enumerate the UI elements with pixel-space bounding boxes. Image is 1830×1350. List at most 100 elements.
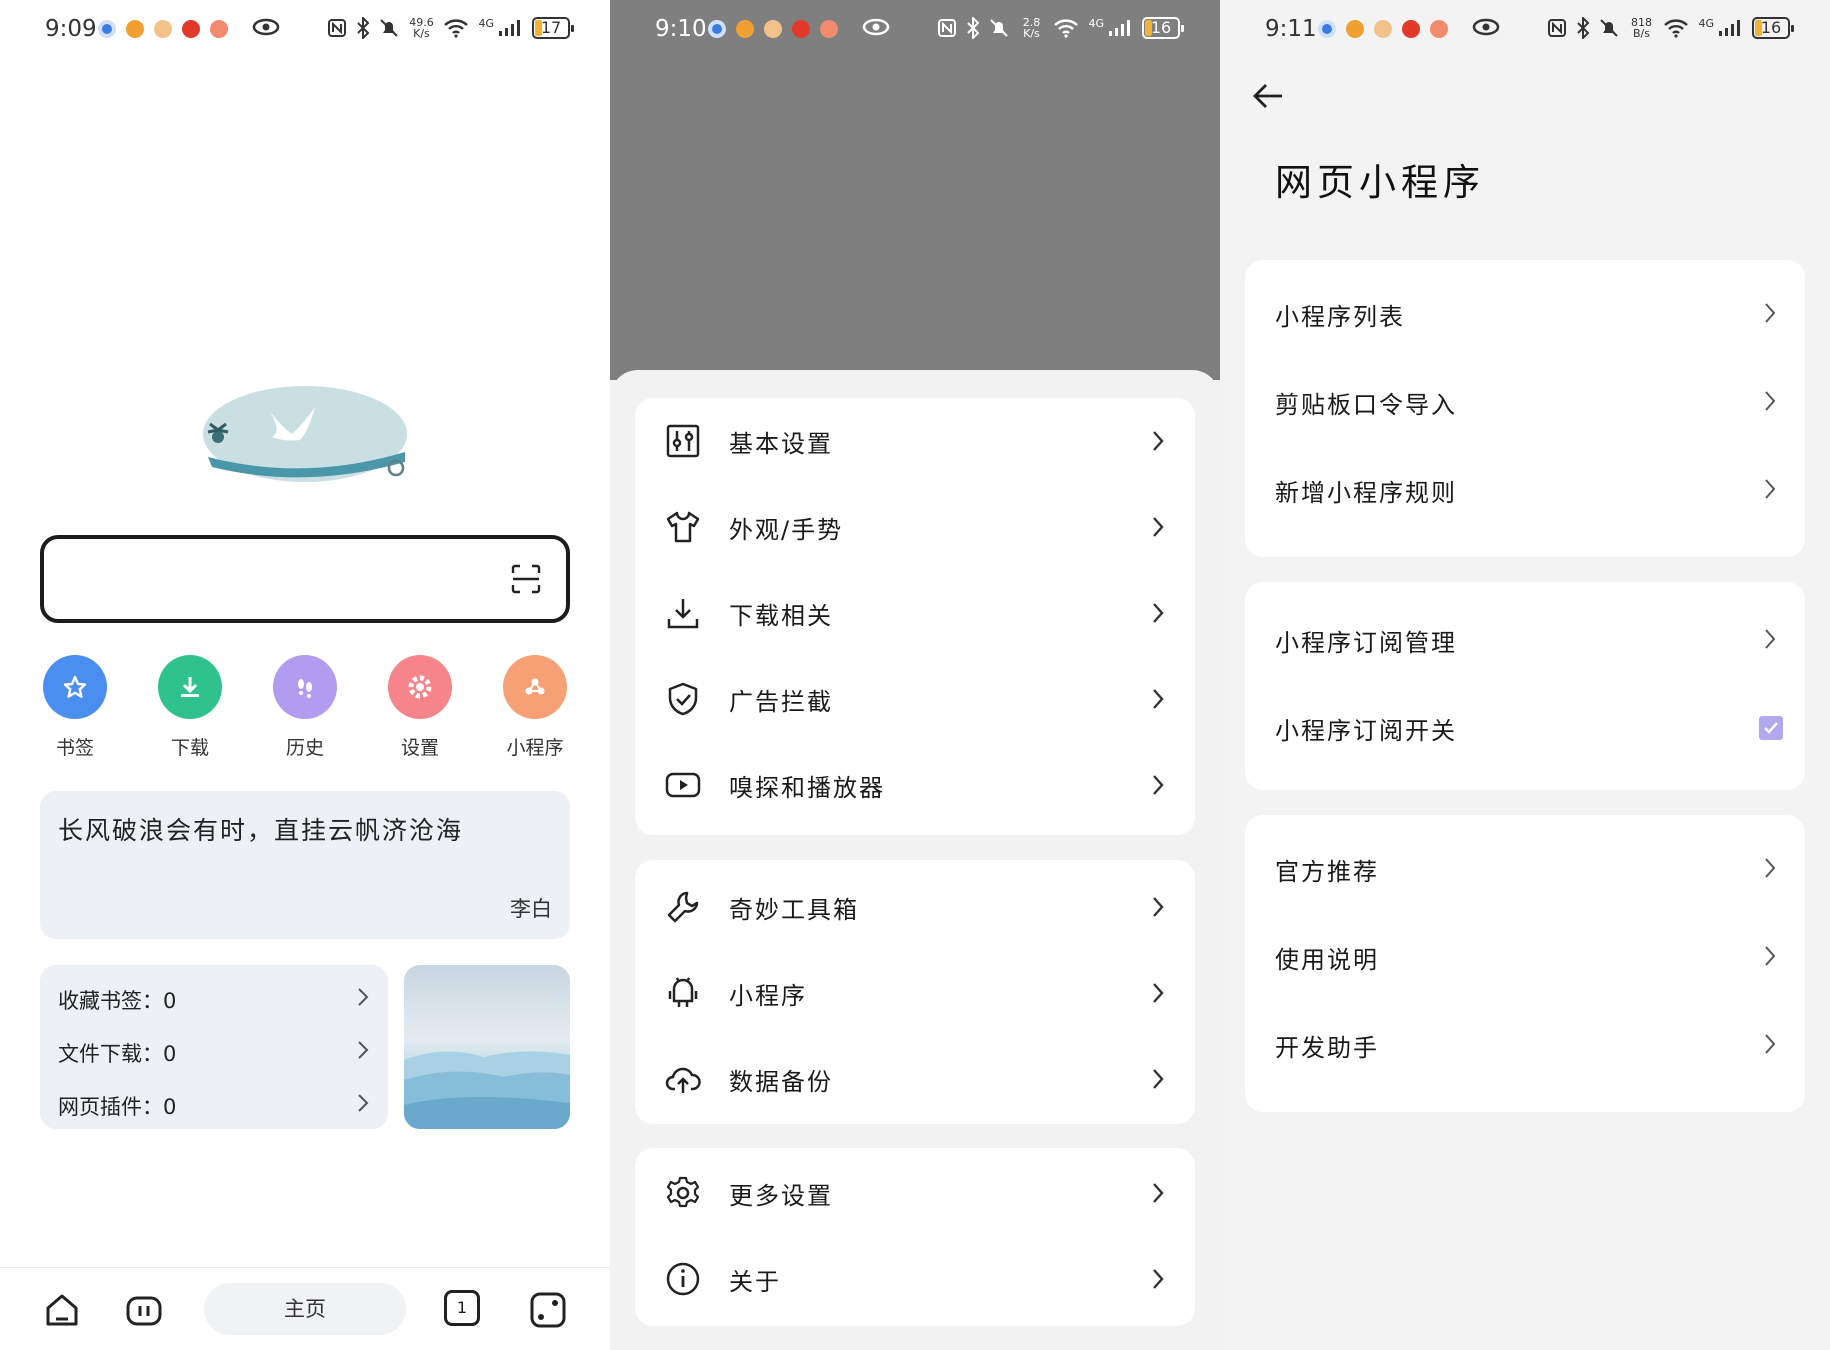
menu-item-appearance[interactable]: 外观/手势 (635, 484, 1195, 570)
network-speed: 2.8 K/s (1022, 16, 1041, 40)
menu-item-official-recommend[interactable]: 官方推荐 (1245, 824, 1805, 912)
eye-icon (252, 18, 280, 36)
network-speed: 49.6 K/s (409, 16, 434, 40)
gear-icon (388, 655, 452, 719)
nfc-icon (938, 19, 957, 37)
network-type: 4G (1698, 17, 1714, 30)
app-notification-icon (1402, 20, 1420, 38)
menu-item-basic-settings[interactable]: 基本设置 (635, 398, 1195, 484)
download-icon (158, 655, 222, 719)
mute-icon (380, 19, 399, 37)
stats-card: 收藏书签：0 文件下载：0 网页插件：0 (40, 965, 388, 1129)
subscription-checkbox[interactable] (1759, 716, 1783, 740)
mini-program-group-help: 官方推荐 使用说明 开发助手 (1245, 815, 1805, 1112)
chevron-right-icon (1765, 858, 1776, 878)
menu-item-toolbox[interactable]: 奇妙工具箱 (635, 864, 1195, 950)
back-arrow-icon[interactable] (1250, 78, 1286, 114)
scan-icon[interactable] (510, 563, 542, 595)
eye-icon (1472, 18, 1500, 36)
status-time: 9:11 (1265, 16, 1317, 42)
tabs-count-button[interactable]: 1 (444, 1290, 480, 1326)
menu-item-clipboard-import[interactable]: 剪贴板口令导入 (1245, 357, 1805, 445)
battery-indicator: 16 (1142, 17, 1184, 39)
gear-icon (666, 1176, 700, 1208)
app-notification-icon (764, 20, 782, 38)
app-notification-icon (98, 20, 116, 38)
shortcut-settings[interactable]: 设置 (385, 655, 455, 760)
menu-item-sniffer-player[interactable]: 嗅探和播放器 (635, 742, 1195, 828)
chevron-right-icon (1765, 479, 1776, 499)
signal-icon (1109, 20, 1130, 36)
info-icon (666, 1262, 700, 1296)
chevron-right-icon (358, 988, 369, 1006)
settings-sheet-screen: 9:10 2.8 K/s 4G 16 基本设置 外观/手势 下载相关 广告拦截 … (610, 0, 1220, 1350)
notification-icons (98, 20, 228, 38)
mini-program-group-list: 小程序列表 剪贴板口令导入 新增小程序规则 (1245, 260, 1805, 557)
home-icon[interactable] (42, 1290, 82, 1330)
shortcut-history[interactable]: 历史 (270, 655, 340, 760)
chevron-right-icon (1153, 897, 1164, 917)
menu-item-add-rule[interactable]: 新增小程序规则 (1245, 445, 1805, 533)
menu-item-about[interactable]: 关于 (635, 1236, 1195, 1322)
stat-bookmarks[interactable]: 收藏书签：0 (58, 975, 370, 1015)
shortcut-row: 书签 下载 历史 设置 小程序 (40, 655, 570, 760)
status-bar: 9:09 49.6 K/s 4G 17 (0, 0, 610, 62)
search-input[interactable] (40, 535, 570, 623)
quote-card[interactable]: 长风破浪会有时，直挂云帆济沧海 李白 (40, 791, 570, 939)
network-type: 4G (478, 17, 494, 30)
shortcut-bookmarks[interactable]: 书签 (40, 655, 110, 760)
notification-icons (708, 20, 838, 38)
page-title: 网页小程序 (1275, 161, 1485, 204)
star-icon (43, 655, 107, 719)
home-tab-button[interactable]: 主页 (204, 1283, 406, 1335)
app-notification-icon (154, 20, 172, 38)
app-notification-icon (1346, 20, 1364, 38)
chevron-right-icon (358, 1041, 369, 1059)
menu-item-subscription-manage[interactable]: 小程序订阅管理 (1245, 595, 1805, 683)
app-notification-icon (1318, 20, 1336, 38)
chevron-right-icon (1765, 1034, 1776, 1054)
chevron-right-icon (1153, 775, 1164, 795)
shortcut-downloads[interactable]: 下载 (155, 655, 225, 760)
eye-icon (862, 18, 890, 36)
menu-item-downloads[interactable]: 下载相关 (635, 570, 1195, 656)
status-bar: 9:10 2.8 K/s 4G 16 (610, 0, 1220, 62)
bottom-navigation: 主页 1 (0, 1267, 610, 1350)
bluetooth-icon (357, 17, 370, 39)
android-icon (668, 977, 698, 1007)
web-mini-program-screen: 9:11 818 B/s 4G 16 网页小程序 小程序列表 剪贴板口令导入 新… (1220, 0, 1830, 1350)
menu-item-developer-helper[interactable]: 开发助手 (1245, 1000, 1805, 1088)
menu-item-data-backup[interactable]: 数据备份 (635, 1036, 1195, 1122)
menu-item-instructions[interactable]: 使用说明 (1245, 912, 1805, 1000)
stat-downloads[interactable]: 文件下载：0 (58, 1028, 370, 1068)
multitask-icon[interactable] (124, 1290, 164, 1330)
system-indicators: 49.6 K/s 4G 17 (327, 16, 574, 40)
menu-item-mini-program-list[interactable]: 小程序列表 (1245, 269, 1805, 357)
stat-plugins[interactable]: 网页插件：0 (58, 1081, 370, 1121)
mini-program-icon (503, 655, 567, 719)
tshirt-icon (666, 511, 700, 543)
landscape-wallpaper[interactable] (404, 965, 570, 1129)
settings-group-tools: 奇妙工具箱 小程序 数据备份 (635, 860, 1195, 1124)
menu-item-mini-program[interactable]: 小程序 (635, 950, 1195, 1036)
bluetooth-icon (967, 17, 980, 39)
wifi-icon (1664, 19, 1689, 38)
system-indicators: 818 B/s 4G 16 (1547, 17, 1794, 39)
system-indicators: 2.8 K/s 4G 16 (937, 16, 1184, 40)
chevron-right-icon (1765, 391, 1776, 411)
chevron-right-icon (1153, 1183, 1164, 1203)
menu-item-more-settings[interactable]: 更多设置 (635, 1150, 1195, 1236)
menu-item-ad-block[interactable]: 广告拦截 (635, 656, 1195, 742)
chevron-right-icon (1765, 946, 1776, 966)
signal-icon (499, 20, 520, 36)
menu-item-subscription-toggle[interactable]: 小程序订阅开关 (1245, 683, 1805, 771)
shortcut-mini-programs[interactable]: 小程序 (500, 655, 570, 760)
chevron-right-icon (1153, 603, 1164, 623)
app-notification-icon (1374, 20, 1392, 38)
menu-icon[interactable] (528, 1290, 568, 1330)
status-time: 9:09 (45, 16, 97, 42)
chevron-right-icon (1153, 983, 1164, 1003)
chevron-right-icon (1153, 1069, 1164, 1089)
battery-indicator: 17 (532, 17, 574, 39)
quote-author: 李白 (510, 897, 552, 921)
